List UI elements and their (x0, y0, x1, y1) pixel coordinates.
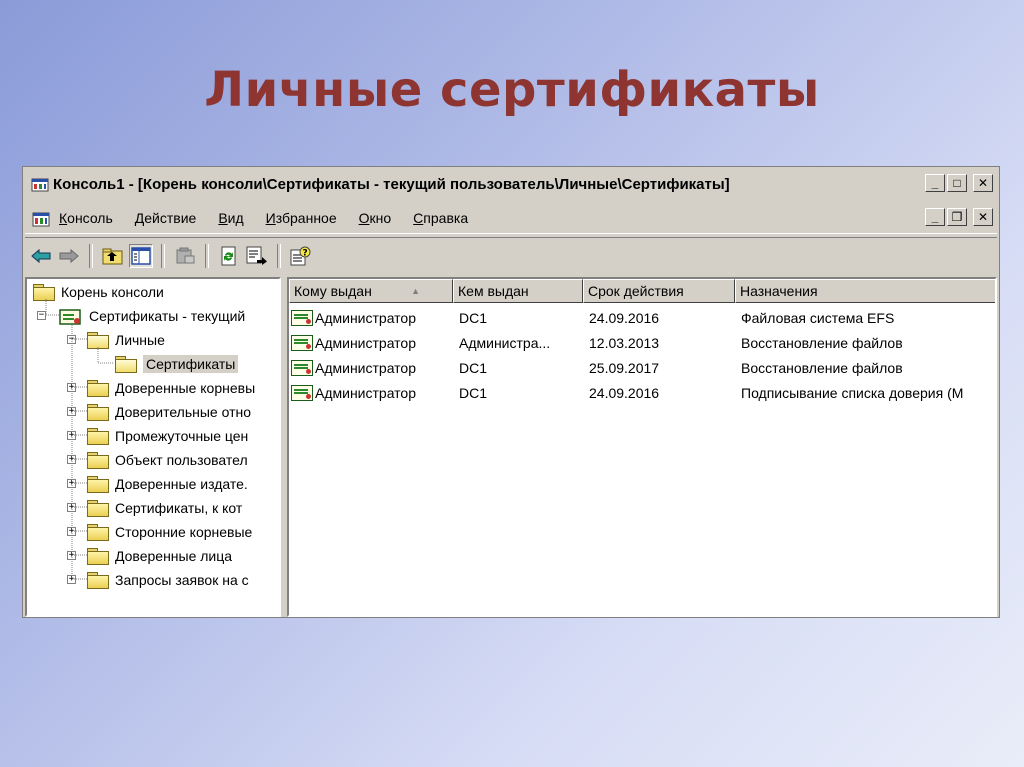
menu-bar: Консоль Действие Вид Избранное Окно Спра… (25, 203, 997, 234)
folder-icon (87, 428, 109, 445)
folder-icon (87, 524, 109, 541)
toolbar: ? (25, 237, 997, 274)
menu-window[interactable]: Окно (359, 210, 392, 226)
certificate-icon (291, 359, 313, 376)
sort-ascending-icon: ▲ (411, 286, 420, 296)
toolbar-separator (161, 244, 165, 268)
toolbar-separator (205, 244, 209, 268)
help-button[interactable]: ? (289, 244, 313, 268)
help-icon: ? (290, 246, 311, 266)
export-list-button[interactable] (245, 244, 269, 268)
folder-icon (33, 284, 55, 301)
column-intended-purposes[interactable]: Назначения (735, 279, 995, 303)
child-close-button[interactable]: ✕ (973, 208, 993, 226)
folder-icon (87, 476, 109, 493)
tree-item-trusted-people[interactable]: + Доверенные лица (67, 545, 232, 567)
expand-toggle[interactable]: + (67, 479, 76, 488)
content-area: Корень консоли − Сертификаты - текущий − (25, 277, 997, 617)
maximize-button[interactable]: □ (947, 174, 967, 192)
column-issued-to[interactable]: Кому выдан ▲ (289, 279, 453, 303)
mmc-window: Консоль1 - [Корень консоли\Сертификаты -… (22, 166, 1000, 618)
toolbar-separator (277, 244, 281, 268)
tree-item-third-party-root[interactable]: + Сторонние корневые (67, 521, 252, 543)
delete-icon (176, 247, 195, 264)
tree-item-untrusted[interactable]: + Сертификаты, к кот (67, 497, 242, 519)
tree-item-certificates-current-user[interactable]: − Сертификаты - текущий (33, 305, 245, 327)
child-minimize-button[interactable]: _ (925, 208, 945, 226)
mmc-app-icon (31, 175, 49, 193)
tree-item-trusted-root[interactable]: + Доверенные корневы (67, 377, 255, 399)
up-folder-icon (102, 248, 123, 265)
certificate-list[interactable]: Кому выдан ▲ Кем выдан Срок действия Наз… (287, 277, 997, 617)
tree-item-certificates[interactable]: Сертификаты (115, 353, 239, 375)
folder-icon (87, 572, 109, 589)
forward-button[interactable] (57, 244, 81, 268)
certificate-icon (291, 309, 313, 326)
certificate-icon (291, 384, 313, 401)
title-bar[interactable]: Консоль1 - [Корень консоли\Сертификаты -… (25, 169, 997, 199)
back-button[interactable] (29, 244, 53, 268)
expand-toggle[interactable]: + (67, 527, 76, 536)
delete-button[interactable] (173, 244, 197, 268)
menu-help[interactable]: Справка (413, 210, 468, 226)
expand-toggle[interactable]: + (67, 431, 76, 440)
show-hide-tree-button[interactable] (129, 244, 153, 268)
toolbar-separator (89, 244, 93, 268)
column-issued-by[interactable]: Кем выдан (453, 279, 583, 303)
up-level-button[interactable] (101, 244, 125, 268)
folder-icon (87, 380, 109, 397)
tree-item-console-root[interactable]: Корень консоли (33, 281, 164, 303)
slide-title: Личные сертификаты (204, 62, 820, 118)
certificates-snapin-icon (59, 308, 83, 325)
open-folder-icon (87, 332, 109, 349)
show-hide-tree-icon (131, 247, 151, 265)
table-row[interactable]: Администратор Администра... 12.03.2013 В… (289, 330, 995, 355)
tree-item-personal[interactable]: − Личные (67, 329, 165, 351)
folder-icon (87, 548, 109, 565)
back-arrow-icon (31, 248, 51, 264)
tree-item-intermediate[interactable]: + Промежуточные цен (67, 425, 248, 447)
expand-toggle[interactable]: + (67, 407, 76, 416)
menu-console[interactable]: Консоль (59, 210, 113, 226)
column-expiration-date[interactable]: Срок действия (583, 279, 735, 303)
tree-item-enrollment-requests[interactable]: + Запросы заявок на с (67, 569, 249, 591)
expand-toggle[interactable]: + (67, 455, 76, 464)
tree-item-trusted-publishers[interactable]: + Доверенные издате. (67, 473, 248, 495)
collapse-toggle[interactable]: − (37, 311, 46, 320)
open-folder-icon (115, 356, 137, 373)
collapse-toggle[interactable]: − (67, 335, 76, 344)
menu-action[interactable]: Действие (135, 210, 197, 226)
list-header: Кому выдан ▲ Кем выдан Срок действия Наз… (289, 279, 995, 303)
table-row[interactable]: Администратор DC1 24.09.2016 Файловая си… (289, 305, 995, 330)
child-restore-button[interactable]: ❐ (947, 208, 967, 226)
folder-icon (87, 500, 109, 517)
svg-text:?: ? (303, 249, 308, 259)
refresh-icon (221, 246, 236, 266)
folder-icon (87, 404, 109, 421)
expand-toggle[interactable]: + (67, 383, 76, 392)
table-row[interactable]: Администратор DC1 25.09.2017 Восстановле… (289, 355, 995, 380)
menu-view[interactable]: Вид (218, 210, 243, 226)
tree-item-enterprise-trust[interactable]: + Доверительные отно (67, 401, 251, 423)
expand-toggle[interactable]: + (67, 575, 76, 584)
refresh-button[interactable] (217, 244, 241, 268)
export-list-icon (246, 246, 267, 265)
window-title: Консоль1 - [Корень консоли\Сертификаты -… (53, 175, 730, 193)
menu-favorites[interactable]: Избранное (266, 210, 337, 226)
table-row[interactable]: Администратор DC1 24.09.2016 Подписывани… (289, 380, 995, 405)
expand-toggle[interactable]: + (67, 503, 76, 512)
child-window-controls: _ ❐ ✕ (925, 208, 993, 226)
expand-toggle[interactable]: + (67, 551, 76, 560)
folder-icon (87, 452, 109, 469)
certificate-icon (291, 334, 313, 351)
console-document-icon[interactable] (31, 208, 51, 228)
tree-item-user-object[interactable]: + Объект пользовател (67, 449, 248, 471)
console-tree[interactable]: Корень консоли − Сертификаты - текущий − (25, 277, 281, 617)
forward-arrow-icon (59, 248, 79, 264)
minimize-button[interactable]: _ (925, 174, 945, 192)
close-button[interactable]: ✕ (973, 174, 993, 192)
window-controls: _ □ ✕ (925, 174, 993, 192)
